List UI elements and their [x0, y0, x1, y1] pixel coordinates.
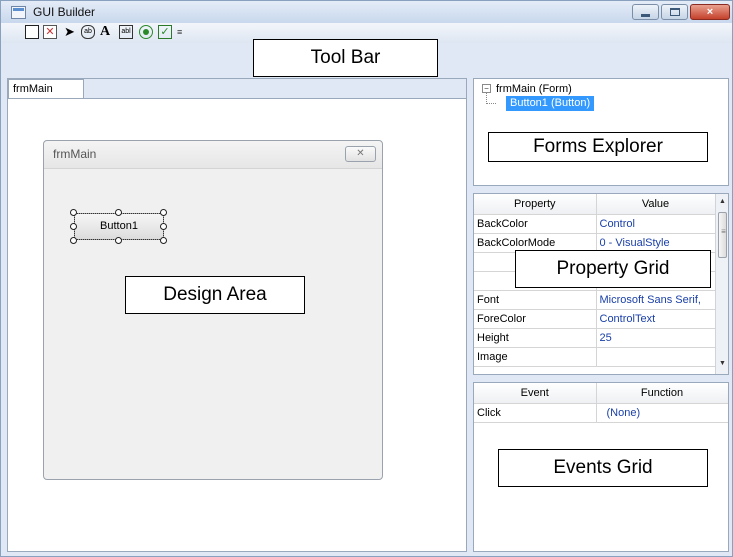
property-scrollbar[interactable]: ▲ ▼ [715, 194, 728, 374]
scroll-thumb[interactable] [718, 212, 728, 258]
textbox-tool-icon[interactable]: abl [119, 25, 133, 39]
event-name: Click [474, 403, 597, 423]
form-close-icon[interactable]: ✕ [345, 146, 376, 162]
new-form-icon[interactable] [25, 25, 39, 39]
table-row[interactable]: Font Microsoft Sans Serif, [474, 290, 716, 310]
tree-connector [486, 93, 496, 104]
property-value[interactable]: ControlText [596, 309, 716, 329]
table-row[interactable]: Height 25 [474, 328, 716, 348]
property-name: ForeColor [474, 309, 597, 329]
form-title-bar[interactable]: frmMain ✕ [44, 141, 382, 169]
close-button[interactable]: × [690, 4, 730, 20]
resize-handle-nw[interactable] [70, 209, 77, 216]
form-title: frmMain [53, 147, 97, 161]
resize-handle-sw[interactable] [70, 237, 77, 244]
property-value[interactable] [596, 347, 716, 367]
label-tool-icon[interactable]: A [100, 25, 114, 39]
design-canvas[interactable]: frmMain ✕ Button1 [8, 98, 466, 551]
toolbar-callout: Tool Bar [253, 39, 438, 77]
events-table: Event Function Click (None) [474, 383, 728, 423]
resize-handle-e[interactable] [160, 223, 167, 230]
table-row[interactable]: ForeColor ControlText [474, 309, 716, 329]
pointer-icon[interactable]: ➤ [64, 25, 78, 39]
window-title: GUI Builder [33, 5, 96, 19]
function-header[interactable]: Function [596, 383, 728, 404]
table-row[interactable]: Click (None) [474, 403, 728, 423]
property-name: BackColor [474, 214, 597, 234]
design-area-callout: Design Area [125, 276, 305, 314]
checkbox-tool-icon[interactable]: ✓ [158, 25, 172, 39]
design-area: frmMain frmMain ✕ Button1 [7, 78, 467, 552]
minimize-icon [641, 13, 650, 17]
title-bar[interactable]: GUI Builder × [1, 1, 732, 23]
delete-form-icon[interactable]: ✕ [43, 25, 57, 39]
table-row[interactable]: Image [474, 347, 716, 367]
close-icon: × [706, 6, 714, 18]
tree-item-button1[interactable]: Button1 (Button) [506, 96, 595, 111]
resize-handle-w[interactable] [70, 223, 77, 230]
events-grid-callout: Events Grid [498, 449, 708, 487]
event-header[interactable]: Event [474, 383, 597, 404]
option-tool-icon[interactable] [139, 25, 153, 39]
scroll-up-icon[interactable]: ▲ [719, 198, 726, 205]
button-tool-icon[interactable]: ab [81, 25, 95, 39]
forms-explorer-callout: Forms Explorer [488, 132, 708, 162]
maximize-icon [669, 8, 680, 16]
collapse-icon[interactable]: − [482, 84, 491, 93]
property-value[interactable]: Microsoft Sans Serif, [596, 290, 716, 310]
property-name: Font [474, 290, 597, 310]
app-icon [11, 6, 26, 19]
resize-handle-s[interactable] [115, 237, 122, 244]
property-name: Height [474, 328, 597, 348]
value-header[interactable]: Value [596, 194, 716, 215]
property-value[interactable]: 25 [596, 328, 716, 348]
table-row[interactable]: BackColor Control [474, 214, 716, 234]
property-header[interactable]: Property [474, 194, 597, 215]
selection-outline [74, 213, 164, 240]
resize-handle-se[interactable] [160, 237, 167, 244]
scroll-down-icon[interactable]: ▼ [719, 360, 726, 367]
property-name: Image [474, 347, 597, 367]
event-function[interactable]: (None) [596, 403, 728, 423]
resize-handle-n[interactable] [115, 209, 122, 216]
minimize-button[interactable] [632, 4, 659, 20]
resize-handle-ne[interactable] [160, 209, 167, 216]
maximize-button[interactable] [661, 4, 688, 20]
tree-item-frmmain[interactable]: frmMain (Form) [496, 83, 572, 95]
property-value[interactable]: Control [596, 214, 716, 234]
listbox-tool-icon[interactable]: ≡ [177, 25, 191, 39]
property-grid-callout: Property Grid [515, 250, 711, 288]
app-window: GUI Builder × ✕ ➤ ab A abl ✓ ≡ frmMain f… [0, 0, 733, 557]
tab-frmmain[interactable]: frmMain [8, 79, 84, 99]
